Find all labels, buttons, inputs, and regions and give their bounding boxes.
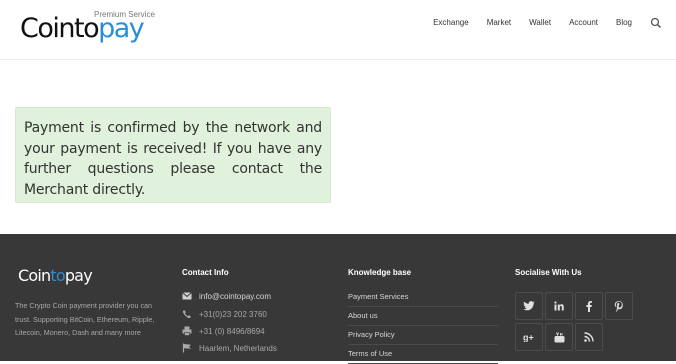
envelope-icon: [182, 291, 192, 301]
main-nav: Exchange Market Wallet Account Blog: [415, 15, 662, 29]
knowledge-heading: Knowledge base: [348, 268, 412, 277]
linkedin-icon[interactable]: [545, 292, 573, 320]
googleplus-icon[interactable]: g+: [515, 323, 543, 351]
printer-icon: [182, 326, 192, 336]
nav-wallet[interactable]: Wallet: [529, 18, 551, 27]
rss-icon[interactable]: [575, 323, 603, 351]
svg-text:g+: g+: [523, 333, 534, 343]
main-content: Payment is confirmed by the network and …: [0, 61, 676, 234]
pinterest-icon[interactable]: [605, 292, 633, 320]
twitter-icon[interactable]: [515, 292, 543, 320]
facebook-icon[interactable]: [575, 292, 603, 320]
footer-logo[interactable]: Cointopay: [18, 266, 93, 285]
search-icon[interactable]: [650, 16, 662, 29]
social-heading: Socialise With Us: [515, 268, 582, 277]
contact-phone: +31(0)23 202 3760: [199, 309, 267, 319]
footer-about-text: The Crypto Coin payment provider you can…: [15, 301, 155, 337]
contact-email-row[interactable]: info@cointopay.com: [182, 291, 271, 301]
site-footer: Cointopay The Crypto Coin payment provid…: [0, 234, 676, 364]
contact-phone-row: +31(0)23 202 3760: [182, 309, 267, 319]
phone-icon: [182, 309, 192, 319]
notice-text: Payment is confirmed by the network and …: [24, 120, 322, 198]
link-terms-of-use[interactable]: Terms of Use: [348, 349, 498, 364]
nav-account[interactable]: Account: [569, 18, 598, 27]
link-payment-services[interactable]: Payment Services: [348, 292, 498, 307]
contact-fax: +31 (0) 8496/8694: [199, 326, 265, 336]
flag-icon: [182, 343, 192, 353]
contact-address-row: Haarlem, Netherlands: [182, 343, 277, 353]
youtube-icon[interactable]: [545, 323, 573, 351]
contact-address: Haarlem, Netherlands: [199, 343, 277, 353]
contact-email[interactable]: info@cointopay.com: [199, 292, 271, 301]
link-privacy-policy[interactable]: Privacy Policy: [348, 330, 498, 345]
nav-blog[interactable]: Blog: [616, 18, 632, 27]
logo-wordmark: Cointopay: [20, 13, 145, 44]
nav-exchange[interactable]: Exchange: [433, 18, 469, 27]
site-header: Premium Service Cointopay Exchange Marke…: [0, 0, 676, 60]
cointopay-logo[interactable]: Premium Service Cointopay: [20, 8, 160, 48]
nav-market[interactable]: Market: [487, 18, 511, 27]
contact-fax-row: +31 (0) 8496/8694: [182, 326, 265, 336]
link-about-us[interactable]: About us: [348, 311, 498, 326]
payment-confirmation-notice: Payment is confirmed by the network and …: [15, 107, 331, 203]
contact-heading: Contact Info: [182, 268, 229, 277]
